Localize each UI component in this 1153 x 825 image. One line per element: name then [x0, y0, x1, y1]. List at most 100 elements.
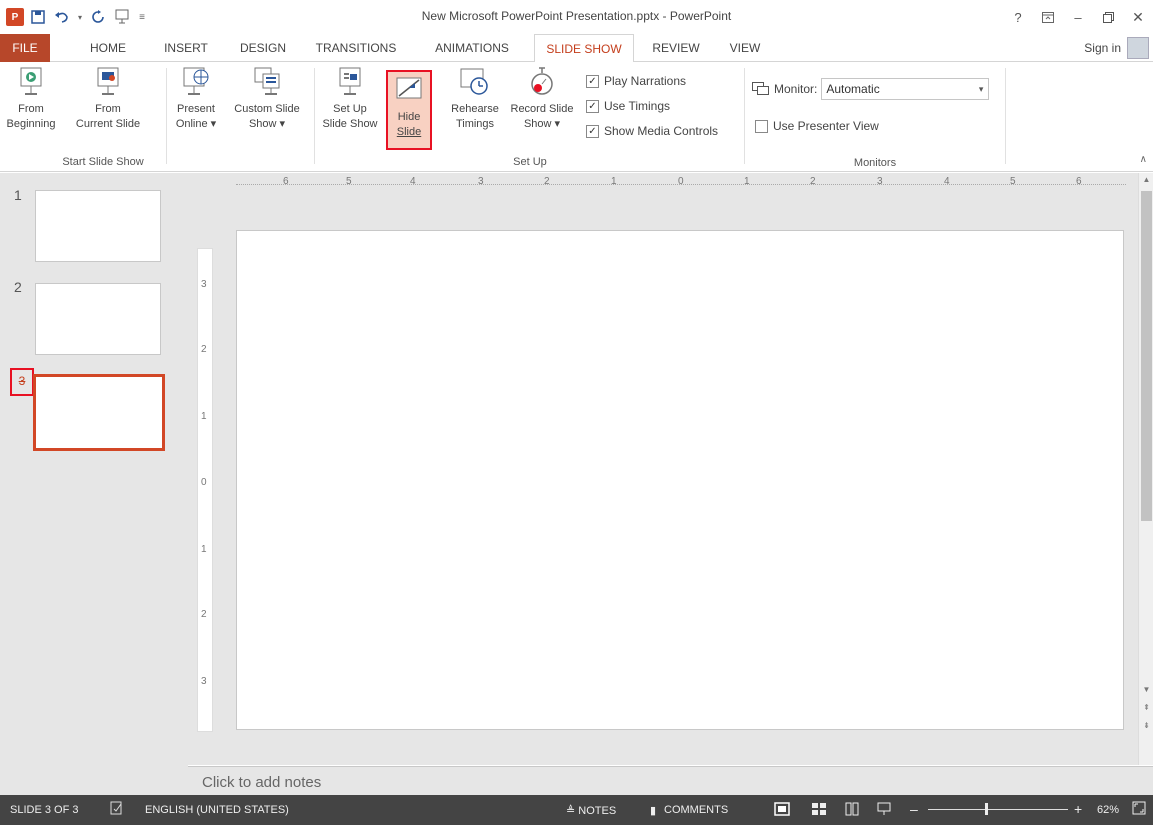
fit-to-window-icon[interactable]: [1132, 801, 1146, 818]
scroll-down-icon[interactable]: ▼: [1139, 685, 1153, 694]
hide-slide-icon: [396, 77, 422, 99]
setup-show-label-1: Set Up: [333, 103, 367, 115]
from-beginning-button[interactable]: From Beginning: [0, 66, 62, 132]
language-indicator[interactable]: ENGLISH (UNITED STATES): [145, 804, 289, 816]
set-up-group: Set Up Slide Show Hide Slide Rehearse Ti…: [316, 62, 744, 170]
ruler-label: 2: [544, 176, 550, 187]
custom-show-label-2: Show ▾: [248, 118, 286, 130]
tab-view[interactable]: VIEW: [720, 34, 770, 62]
rehearse-timings-button[interactable]: Rehearse Timings: [442, 66, 508, 132]
set-up-group-label: Set Up: [513, 156, 547, 168]
ruler-label: 5: [1010, 176, 1016, 187]
ruler-label: 6: [283, 176, 289, 187]
slide-number: 2: [14, 279, 22, 295]
show-media-controls-checkbox[interactable]: ✓ Show Media Controls: [586, 124, 718, 138]
status-bar: SLIDE 3 OF 3 ENGLISH (UNITED STATES) ≜ N…: [0, 795, 1153, 825]
slide-thumbnail-3[interactable]: [33, 374, 165, 451]
scroll-up-icon[interactable]: ▲: [1139, 175, 1153, 184]
monitor-dropdown[interactable]: Automatic ▾: [821, 78, 990, 100]
tab-file[interactable]: FILE: [0, 34, 50, 62]
set-up-slide-show-button[interactable]: Set Up Slide Show: [318, 66, 382, 132]
scrollbar-thumb[interactable]: [1141, 191, 1152, 521]
from-beginning-label-1: From: [18, 103, 44, 115]
ruler-label: 6: [1076, 176, 1082, 187]
present-online-label-1: Present: [177, 103, 215, 115]
spell-check-icon[interactable]: [110, 801, 124, 818]
hide-slide-button[interactable]: Hide Slide: [386, 70, 432, 150]
normal-view-icon[interactable]: [774, 801, 790, 820]
play-narrations-label: Play Narrations: [604, 74, 687, 88]
custom-slide-show-button[interactable]: Custom Slide Show ▾: [226, 66, 308, 132]
tab-home[interactable]: HOME: [80, 34, 136, 62]
tab-insert[interactable]: INSERT: [155, 34, 217, 62]
ribbon-display-options-icon[interactable]: [1033, 0, 1063, 34]
tab-animations[interactable]: ANIMATIONS: [422, 34, 522, 62]
hide-slide-label-1: Hide: [397, 111, 421, 123]
minimize-icon[interactable]: –: [1063, 0, 1093, 34]
slide-show-view-icon[interactable]: [876, 801, 892, 820]
play-narrations-checkbox[interactable]: ✓ Play Narrations: [586, 74, 686, 88]
sign-in-link[interactable]: Sign in: [1084, 34, 1121, 62]
notes-toggle-button[interactable]: ≜ NOTES: [566, 804, 616, 817]
comments-icon[interactable]: ▮: [650, 804, 656, 817]
zoom-slider-knob[interactable]: [985, 803, 988, 815]
tab-transitions[interactable]: TRANSITIONS: [306, 34, 406, 62]
presenter-view-label: Use Presenter View: [773, 119, 879, 133]
ruler-label: 3: [478, 176, 484, 187]
ruler-label: 1: [201, 544, 207, 555]
title-bar: P ▾ ≡ New Microsoft PowerPoint Presentat…: [0, 0, 1153, 34]
from-current-slide-icon: [97, 67, 119, 95]
help-icon[interactable]: ?: [1003, 0, 1033, 34]
slide-sorter-icon[interactable]: [811, 801, 827, 820]
record-slide-show-button[interactable]: Record Slide Show ▾: [506, 66, 578, 132]
slide-thumbnails-pane: 1 2 3: [0, 173, 188, 795]
tab-review[interactable]: REVIEW: [645, 34, 707, 62]
ruler-label: 5: [346, 176, 352, 187]
reading-view-icon[interactable]: [844, 801, 860, 820]
from-current-label-1: From: [95, 103, 121, 115]
next-slide-icon[interactable]: ⇟: [1139, 721, 1153, 730]
zoom-slider[interactable]: [928, 809, 1068, 810]
use-timings-checkbox[interactable]: ✓ Use Timings: [586, 99, 670, 113]
from-beginning-label-2: Beginning: [6, 118, 56, 130]
monitor-row: Monitor: Automatic ▾: [752, 78, 990, 100]
ruler-label: 2: [201, 609, 207, 620]
from-current-label-2: Current Slide: [75, 118, 141, 130]
present-online-button[interactable]: Present Online ▾: [170, 66, 222, 132]
zoom-level[interactable]: 62%: [1097, 804, 1119, 816]
vertical-scrollbar[interactable]: ▲ ▼ ⇞ ⇟: [1138, 173, 1153, 765]
custom-slide-show-icon: [254, 67, 280, 95]
ruler-label: 1: [744, 176, 750, 187]
notes-placeholder: Click to add notes: [202, 774, 322, 791]
ruler-label: 3: [877, 176, 883, 187]
window-controls: ? – ✕: [1003, 0, 1153, 34]
avatar[interactable]: [1127, 37, 1149, 59]
use-timings-label: Use Timings: [604, 99, 671, 113]
rehearse-label-1: Rehearse: [451, 103, 499, 115]
zoom-out-icon[interactable]: –: [910, 801, 918, 817]
zoom-in-icon[interactable]: +: [1074, 801, 1082, 817]
checkmark-icon: ✓: [586, 74, 599, 88]
notes-pane[interactable]: Click to add notes: [188, 766, 1153, 795]
slide-thumbnail-1[interactable]: [35, 190, 161, 262]
close-icon[interactable]: ✕: [1123, 0, 1153, 34]
collapse-ribbon-icon[interactable]: ∧: [1140, 154, 1147, 165]
slide-canvas[interactable]: [236, 230, 1124, 730]
use-presenter-view-checkbox[interactable]: Use Presenter View: [755, 119, 879, 133]
horizontal-ruler: 6 5 4 3 2 1 0 1 2 3 4 5 6: [236, 176, 1126, 192]
checkmark-icon: ✓: [586, 124, 599, 138]
from-current-slide-button[interactable]: From Current Slide: [62, 66, 154, 132]
restore-icon[interactable]: [1093, 0, 1123, 34]
comments-toggle-button[interactable]: COMMENTS: [664, 804, 728, 816]
slide-thumbnail-2[interactable]: [35, 283, 161, 355]
rehearse-label-2: Timings: [455, 118, 495, 130]
previous-slide-icon[interactable]: ⇞: [1139, 703, 1153, 712]
ruler-label: 4: [410, 176, 416, 187]
slide-count[interactable]: SLIDE 3 OF 3: [10, 804, 78, 816]
tab-slide-show[interactable]: SLIDE SHOW: [534, 34, 634, 63]
tab-design[interactable]: DESIGN: [232, 34, 294, 62]
custom-show-label-1: Custom Slide: [234, 103, 300, 115]
show-media-controls-label: Show Media Controls: [604, 124, 719, 138]
ribbon-separator: [166, 68, 167, 164]
start-slide-show-group: From Beginning From Current Slide Presen…: [0, 62, 316, 170]
